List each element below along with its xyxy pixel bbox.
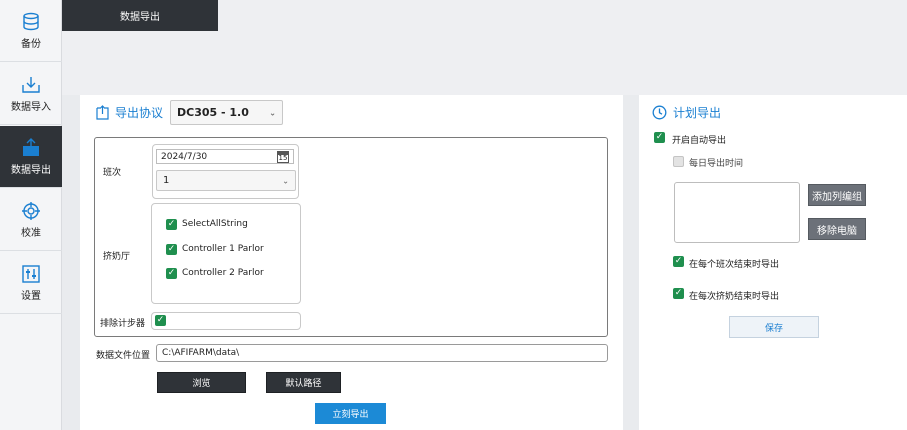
- sidebar-item-export[interactable]: 数据导出: [0, 126, 62, 188]
- database-icon: [23, 12, 39, 30]
- controller-1-label: Controller 1 Parlor: [182, 244, 264, 254]
- daily-export-time-label: 每日导出时间: [689, 159, 744, 169]
- clock-icon: [652, 105, 667, 120]
- daily-export-time-checkbox[interactable]: [673, 156, 684, 167]
- section-title-text: 导出协议: [115, 106, 164, 120]
- default-path-button[interactable]: 默认路径: [266, 372, 341, 393]
- export-after-shift-label: 在每个班次结束时导出: [689, 260, 780, 270]
- sliders-icon: [22, 264, 40, 283]
- select-all-checkbox[interactable]: ✓: [166, 219, 177, 230]
- calendar-icon[interactable]: 15: [277, 151, 289, 163]
- export-after-milking-checkbox[interactable]: ✓: [673, 288, 684, 299]
- controller-2-checkbox[interactable]: ✓: [166, 268, 177, 279]
- export-after-shift-checkbox[interactable]: ✓: [673, 256, 684, 267]
- scheduled-export-title: 计划导出: [652, 104, 721, 121]
- enable-auto-export-label: 开启自动导出: [672, 136, 727, 146]
- export-after-milking-label: 在每次挤奶结束时导出: [689, 292, 780, 302]
- select-all-label: SelectAllString: [182, 219, 248, 229]
- export-time-list[interactable]: [674, 182, 800, 243]
- enable-auto-export-checkbox[interactable]: ✓: [654, 132, 665, 143]
- protocol-select-value: DC305 - 1.0: [177, 106, 249, 119]
- browse-button[interactable]: 浏览: [157, 372, 246, 393]
- export-protocol-title: 导出协议: [96, 104, 163, 121]
- sidebar-item-label: 数据导入: [11, 101, 51, 113]
- exclude-meters-box: [151, 312, 301, 330]
- sidebar-item-label: 备份: [21, 38, 41, 50]
- controller-1-checkbox[interactable]: ✓: [166, 244, 177, 255]
- export-icon: [23, 137, 39, 156]
- sidebar-item-label: 校准: [21, 227, 41, 239]
- sidebar-item-settings[interactable]: 设置: [0, 252, 62, 314]
- export-file-icon: [96, 105, 109, 120]
- exclude-meters-checkbox[interactable]: ✓: [155, 315, 166, 326]
- chevron-down-icon: ⌄: [282, 176, 289, 185]
- data-file-path-input[interactable]: C:\AFIFARM\data\: [156, 344, 608, 362]
- protocol-select[interactable]: DC305 - 1.0 ⌄: [170, 100, 283, 125]
- section-title-text: 计划导出: [673, 106, 722, 120]
- export-now-button[interactable]: 立刻导出: [315, 403, 386, 424]
- data-file-path-value: C:\AFIFARM\data\: [162, 348, 240, 358]
- shift-select-value: 1: [163, 175, 170, 186]
- sidebar-item-backup[interactable]: 备份: [0, 0, 62, 62]
- crosshair-icon: [22, 201, 40, 220]
- exclude-meters-label: 排除计步器: [100, 319, 146, 329]
- controller-2-label: Controller 2 Parlor: [182, 268, 264, 278]
- shift-label: 班次: [103, 168, 122, 178]
- sidebar-item-label: 数据导出: [11, 164, 51, 176]
- sidebar: 备份 数据导入 数据导出 校准 设置: [0, 0, 62, 430]
- parlor-label: 挤奶厅: [103, 252, 131, 262]
- calendar-day: 15: [278, 154, 288, 162]
- sidebar-item-import[interactable]: 数据导入: [0, 63, 62, 125]
- date-picker[interactable]: 2024/7/30 15: [156, 149, 294, 164]
- date-value: 2024/7/30: [161, 151, 208, 162]
- import-icon: [22, 76, 40, 93]
- sidebar-item-calibrate[interactable]: 校准: [0, 189, 62, 251]
- save-button[interactable]: 保存: [729, 316, 819, 338]
- shift-select[interactable]: 1 ⌄: [156, 170, 296, 191]
- data-file-location-label: 数据文件位置: [96, 351, 151, 361]
- sidebar-item-label: 设置: [21, 290, 41, 302]
- chevron-down-icon: ⌄: [269, 108, 276, 117]
- add-group-button[interactable]: 添加列编组: [808, 184, 866, 206]
- remove-pc-button[interactable]: 移除电脑: [808, 218, 866, 240]
- tab-data-export[interactable]: 数据导出: [62, 0, 218, 31]
